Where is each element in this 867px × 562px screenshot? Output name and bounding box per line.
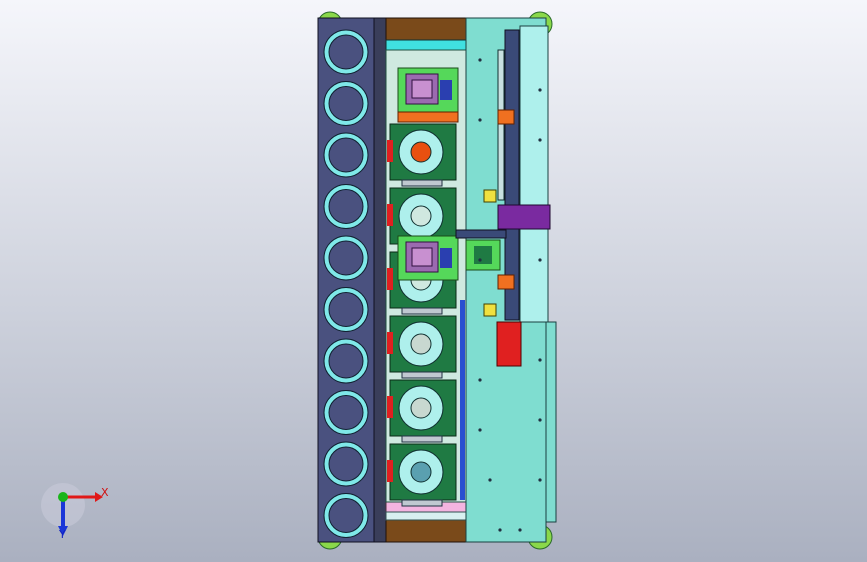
- cad-viewport[interactable]: [0, 0, 867, 562]
- mounting-hole: [498, 528, 502, 532]
- yellow-bracket-1: [483, 189, 497, 203]
- lower-plate: [545, 321, 557, 523]
- roller: [323, 390, 369, 435]
- triad-z-origin: [58, 492, 68, 502]
- orange-part-2: [497, 274, 515, 290]
- mounting-hole: [478, 378, 482, 382]
- station: [387, 123, 457, 187]
- fixture-module-lower: [397, 235, 459, 281]
- mounting-hole: [488, 478, 492, 482]
- roller: [323, 338, 369, 384]
- triad-y-label: Y: [59, 528, 66, 541]
- station: [387, 379, 457, 443]
- roller: [323, 132, 369, 178]
- rail: [460, 300, 465, 500]
- mounting-hole: [538, 138, 542, 142]
- roller: [323, 29, 369, 75]
- red-actuator: [496, 321, 522, 367]
- triad: [41, 483, 103, 536]
- roller: [323, 235, 369, 281]
- wood-bar-top: [385, 17, 467, 41]
- station: [387, 315, 457, 379]
- frame-strip: [373, 17, 387, 543]
- slide-rail-inner: [497, 49, 505, 201]
- mounting-hole: [518, 528, 522, 532]
- mounting-hole: [538, 258, 542, 262]
- fixture-module-upper: [397, 67, 459, 113]
- triad-x-label: X: [101, 486, 109, 499]
- roller: [323, 81, 369, 126]
- crossbar: [455, 229, 507, 239]
- roller: [323, 441, 369, 487]
- orange-part-1: [497, 109, 515, 125]
- mounting-hole: [478, 258, 482, 262]
- roller: [323, 184, 369, 229]
- mounting-hole: [538, 358, 542, 362]
- cyan-strip-top: [385, 39, 467, 51]
- upper-plate: [519, 25, 549, 323]
- roller: [323, 287, 369, 332]
- mounting-hole: [538, 418, 542, 422]
- purple-block: [497, 204, 551, 230]
- mounting-hole: [538, 478, 542, 482]
- gripper-module: [465, 239, 501, 271]
- roller: [323, 493, 369, 538]
- mounting-hole: [478, 428, 482, 432]
- orange-block-top: [397, 111, 459, 123]
- mounting-hole: [478, 118, 482, 122]
- light-strip-bottom: [385, 511, 467, 521]
- mounting-hole: [538, 88, 542, 92]
- mounting-hole: [478, 58, 482, 62]
- station: [387, 443, 457, 507]
- wood-bar-bottom: [385, 519, 467, 543]
- yellow-bracket-2: [483, 303, 497, 317]
